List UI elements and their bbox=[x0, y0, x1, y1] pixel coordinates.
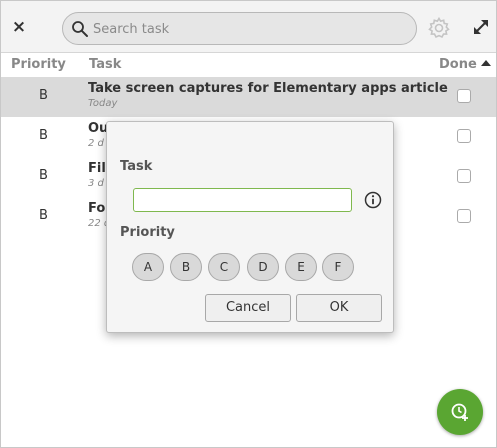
task-priority: B bbox=[39, 88, 48, 103]
task-priority: B bbox=[39, 208, 48, 223]
task-title: Take screen captures for Elementary apps… bbox=[88, 81, 448, 96]
task-label: Task bbox=[120, 159, 153, 174]
task-input[interactable] bbox=[133, 188, 352, 212]
done-checkbox[interactable] bbox=[457, 129, 471, 143]
task-date: 3 d bbox=[88, 178, 104, 189]
priority-e-button[interactable]: E bbox=[285, 253, 317, 281]
column-header-task[interactable]: Task bbox=[89, 57, 121, 72]
cancel-button[interactable]: Cancel bbox=[205, 294, 291, 322]
done-checkbox[interactable] bbox=[457, 89, 471, 103]
done-checkbox[interactable] bbox=[457, 169, 471, 183]
priority-label: Priority bbox=[120, 225, 175, 240]
new-task-dialog: Task Priority A B C D E F Cancel OK bbox=[106, 121, 394, 333]
priority-d-button[interactable]: D bbox=[247, 253, 279, 281]
column-header-priority[interactable]: Priority bbox=[11, 57, 66, 72]
ok-button[interactable]: OK bbox=[296, 294, 382, 322]
app-window: × Priority Task Done B bbox=[0, 0, 497, 448]
search-field[interactable] bbox=[62, 12, 417, 45]
task-date: Today bbox=[88, 98, 118, 109]
add-task-clock-icon bbox=[451, 403, 468, 421]
priority-f-button[interactable]: F bbox=[322, 253, 354, 281]
sort-ascending-icon[interactable] bbox=[481, 60, 491, 66]
column-headers: Priority Task Done bbox=[1, 53, 496, 77]
priority-a-button[interactable]: A bbox=[132, 253, 164, 281]
info-icon[interactable] bbox=[364, 191, 382, 209]
task-row[interactable]: B Take screen captures for Elementary ap… bbox=[1, 77, 496, 117]
done-checkbox[interactable] bbox=[457, 209, 471, 223]
add-task-button[interactable] bbox=[437, 389, 483, 435]
close-button[interactable]: × bbox=[9, 17, 29, 37]
column-header-done[interactable]: Done bbox=[439, 57, 477, 72]
header-bar: × bbox=[1, 1, 496, 53]
priority-c-button[interactable]: C bbox=[208, 253, 240, 281]
task-date: 2 d bbox=[88, 138, 104, 149]
task-priority: B bbox=[39, 128, 48, 143]
gear-icon[interactable] bbox=[427, 16, 451, 40]
fullscreen-icon[interactable] bbox=[472, 18, 490, 36]
search-input[interactable] bbox=[93, 18, 403, 40]
priority-b-button[interactable]: B bbox=[170, 253, 202, 281]
task-priority: B bbox=[39, 168, 48, 183]
search-icon bbox=[72, 21, 88, 37]
